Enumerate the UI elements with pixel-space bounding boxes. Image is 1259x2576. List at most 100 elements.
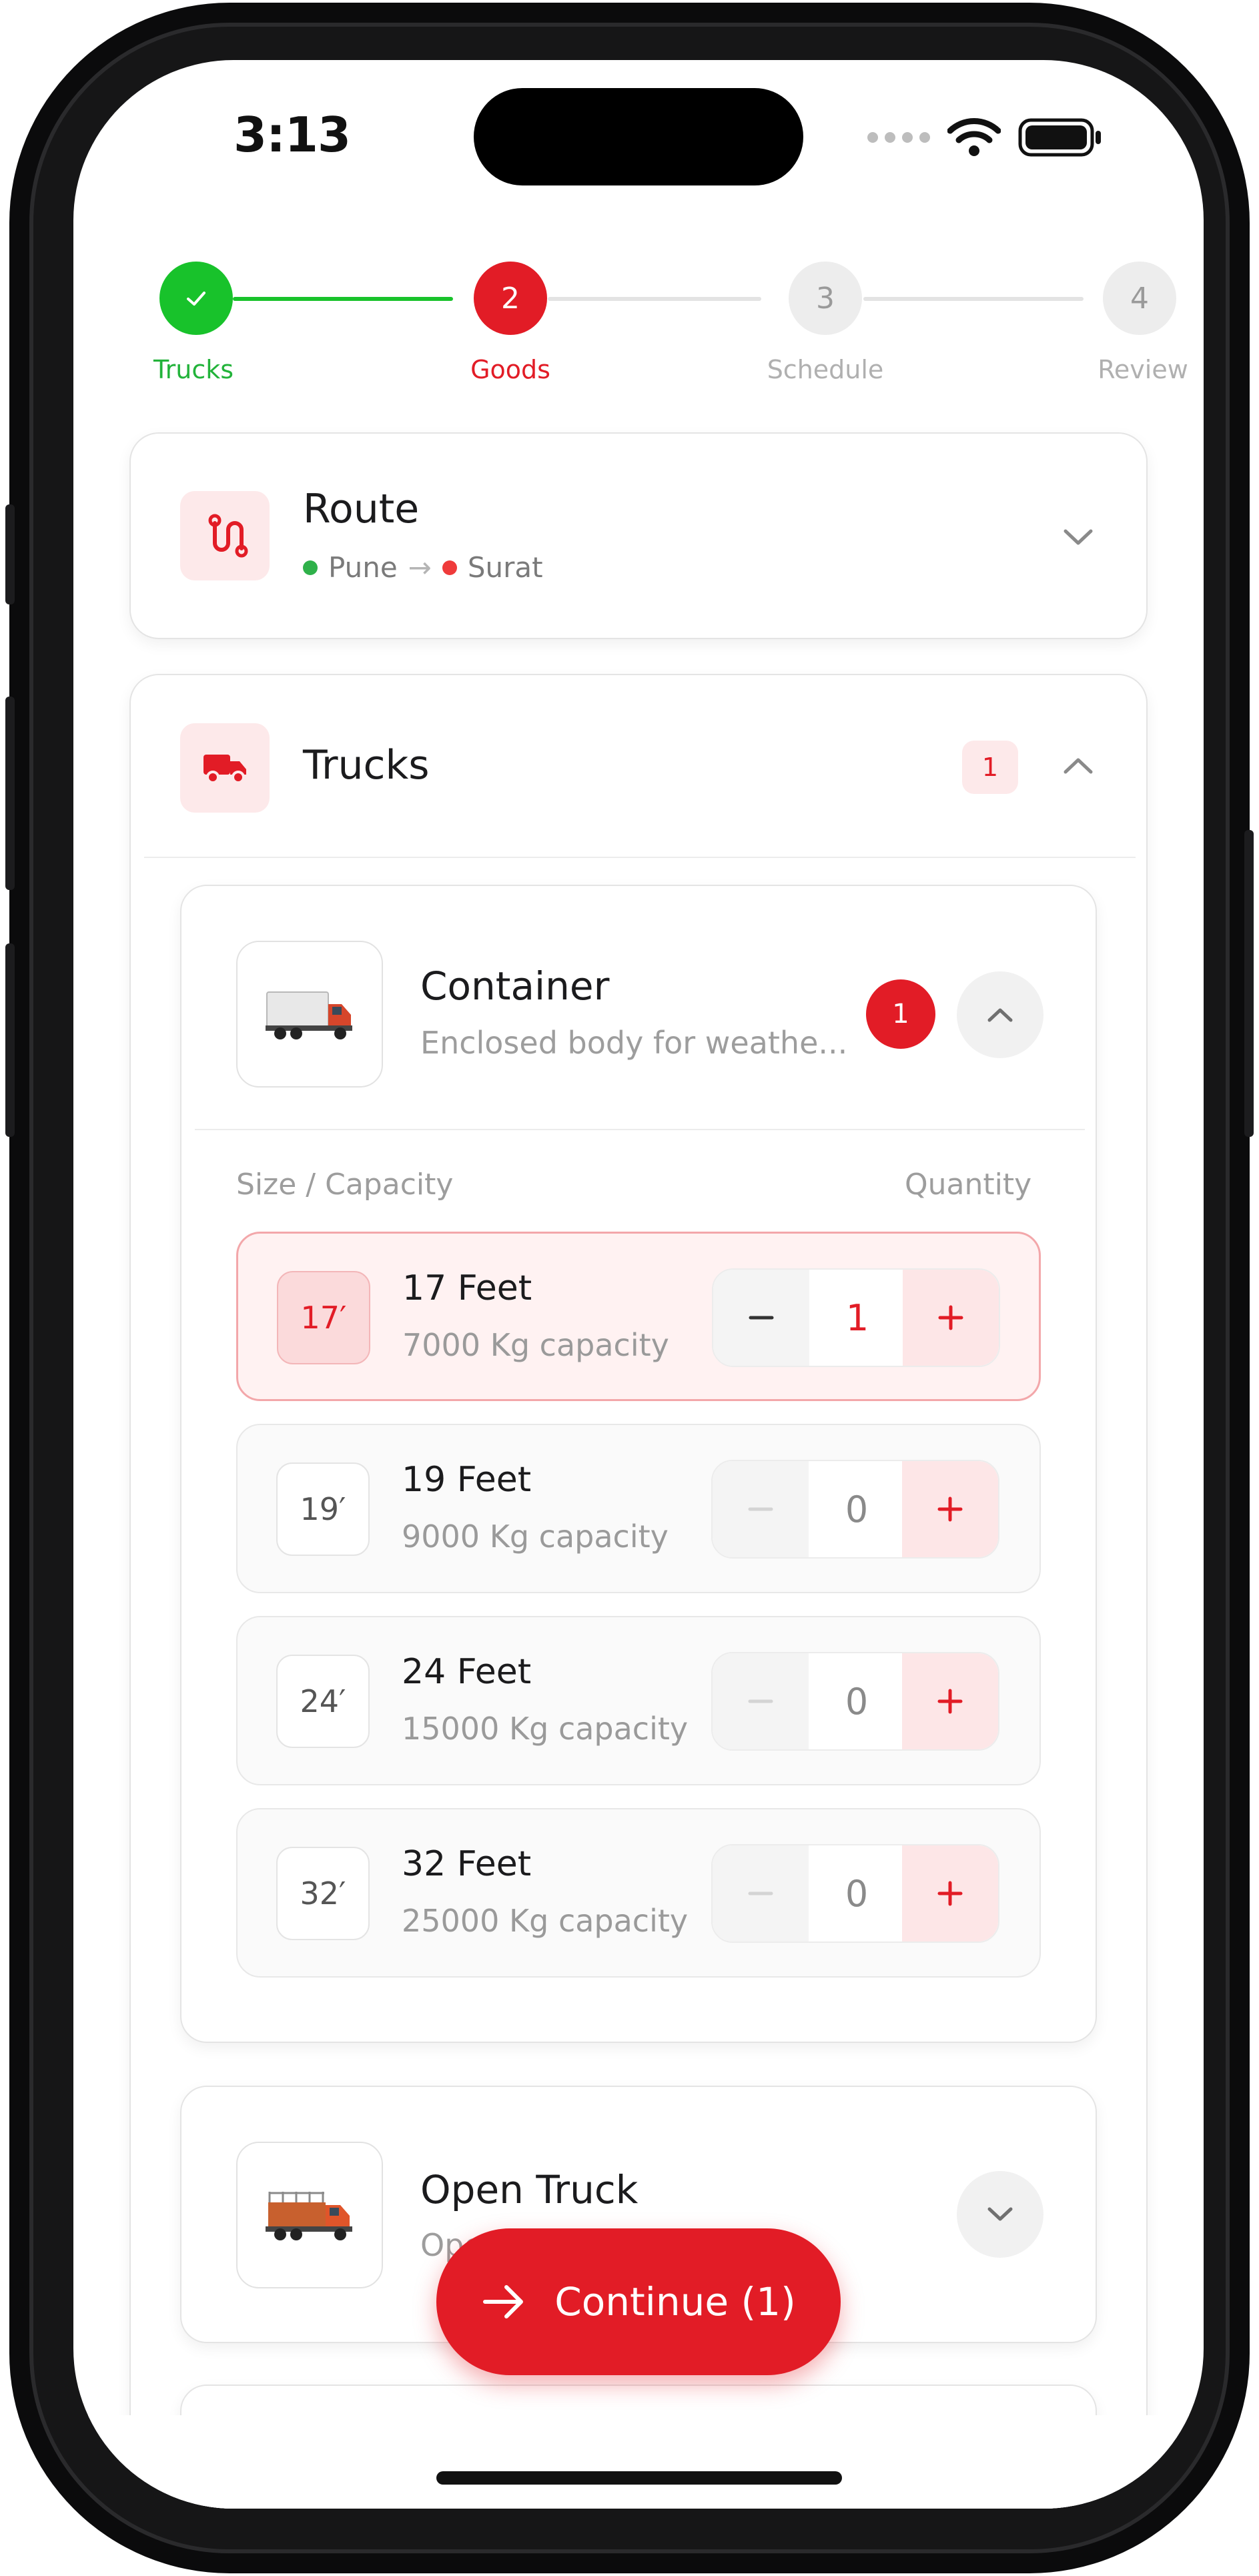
route-destination: Surat: [467, 551, 543, 584]
size-row-24-feet[interactable]: 24′ 24 Feet 15000 Kg capacity 0: [236, 1616, 1041, 1785]
step-label: Goods: [470, 355, 550, 384]
minus-icon: [748, 1891, 773, 1895]
step-label: Trucks: [153, 355, 234, 384]
power-button: [1244, 830, 1254, 1137]
truck-type-title: Open Truck: [420, 2167, 639, 2212]
quantity-value: 0: [845, 1680, 869, 1723]
open-truck-image: [236, 2142, 383, 2288]
route-title: Route: [303, 486, 420, 532]
origin-dot: [303, 560, 318, 575]
step-number: 4: [1103, 262, 1176, 335]
step-number: 2: [474, 262, 547, 335]
trucks-collapse-chevron-up-icon[interactable]: [1058, 746, 1098, 786]
size-name: 24 Feet: [402, 1652, 532, 1692]
increment-button[interactable]: [902, 1845, 998, 1942]
decrement-button[interactable]: [713, 1845, 809, 1942]
size-capacity: 25000 Kg capacity: [402, 1903, 689, 1939]
type-divider: [195, 1129, 1085, 1130]
plus-icon: [938, 1305, 963, 1330]
step-connector-3: [863, 297, 1084, 301]
step-review[interactable]: 4 Review: [1073, 262, 1204, 384]
quantity-stepper: 0: [711, 1844, 999, 1943]
size-tag: 19′: [276, 1462, 370, 1556]
chevron-up-icon: [987, 1008, 1013, 1022]
size-name: 32 Feet: [402, 1844, 532, 1884]
size-row-17-feet[interactable]: 17′ 17 Feet 7000 Kg capacity 1: [236, 1232, 1041, 1401]
step-number: 3: [789, 262, 862, 335]
minus-icon: [748, 1507, 773, 1511]
route-expand-chevron-down-icon[interactable]: [1058, 517, 1098, 557]
bottom-fade: [73, 2415, 1204, 2509]
continue-button[interactable]: Continue (1): [436, 2228, 841, 2375]
app-screen: 3:13 Trucks 2 Goods 3 Schedule 4 Review …: [73, 60, 1204, 2509]
quantity-stepper: 0: [711, 1460, 999, 1559]
size-capacity: 15000 Kg capacity: [402, 1711, 689, 1747]
plus-icon: [937, 1689, 963, 1714]
cellular-signal-icon: [867, 132, 930, 143]
route-origin: Pune: [328, 551, 398, 584]
quantity-value: 1: [845, 1296, 869, 1339]
size-row-19-feet[interactable]: 19′ 19 Feet 9000 Kg capacity 0: [236, 1424, 1041, 1593]
step-check-icon: [159, 262, 233, 335]
volume-up-button: [5, 697, 15, 890]
quantity-value: 0: [845, 1872, 869, 1915]
size-capacity: 7000 Kg capacity: [402, 1327, 669, 1363]
action-button: [5, 504, 15, 604]
route-arrow-icon: →: [408, 551, 432, 584]
dynamic-island: [474, 88, 803, 185]
size-name: 17 Feet: [402, 1268, 532, 1308]
container-truck-image: [236, 941, 383, 1088]
truck-type-description: Enclosed body for weathe...: [420, 1025, 847, 1061]
plus-icon: [937, 1496, 963, 1522]
truck-icon-tile: [180, 723, 270, 813]
route-card[interactable]: Route Pune → Surat: [129, 432, 1148, 639]
route-icon: [208, 514, 248, 558]
continue-label: Continue (1): [554, 2279, 796, 2324]
decrement-button[interactable]: [713, 1461, 809, 1557]
step-connector-2: [548, 297, 761, 301]
status-icons: [867, 117, 1104, 157]
size-capacity: 9000 Kg capacity: [402, 1519, 669, 1555]
size-row-32-feet[interactable]: 32′ 32 Feet 25000 Kg capacity 0: [236, 1808, 1041, 1978]
truck-type-title: Container: [420, 963, 610, 1009]
trucks-count-badge: 1: [962, 741, 1018, 794]
size-name: 19 Feet: [402, 1460, 532, 1500]
step-trucks[interactable]: Trucks: [129, 262, 263, 384]
increment-button[interactable]: [903, 1270, 999, 1366]
quantity-stepper: 1: [712, 1268, 1000, 1367]
increment-button[interactable]: [902, 1653, 998, 1749]
battery-icon: [1018, 118, 1101, 157]
step-schedule[interactable]: 3 Schedule: [759, 262, 892, 384]
decrement-button[interactable]: [713, 1270, 809, 1366]
truck-icon: [203, 755, 246, 784]
decrement-button[interactable]: [713, 1653, 809, 1749]
route-summary: Pune → Surat: [303, 551, 543, 584]
arrow-right-icon: [483, 2285, 524, 2318]
open-truck-expand-button[interactable]: [957, 2171, 1043, 2258]
step-goods[interactable]: 2 Goods: [444, 262, 577, 384]
size-tag: 32′: [276, 1847, 370, 1940]
increment-button[interactable]: [902, 1461, 998, 1557]
quantity-stepper: 0: [711, 1652, 999, 1751]
plus-icon: [937, 1881, 963, 1906]
volume-down-button: [5, 943, 15, 1137]
trucks-section-header[interactable]: Trucks 1: [131, 675, 1146, 851]
destination-dot: [442, 560, 457, 575]
size-tag: 17′: [277, 1271, 370, 1364]
size-column-header: Size / Capacity: [236, 1168, 454, 1202]
quantity-column-header: Quantity: [905, 1168, 1032, 1202]
container-header[interactable]: Container Enclosed body for weathe... 1: [181, 886, 1096, 1129]
container-collapse-button[interactable]: [957, 971, 1043, 1058]
quantity-value: 0: [845, 1488, 869, 1531]
minus-icon: [749, 1316, 774, 1320]
step-label: Review: [1098, 355, 1188, 384]
step-label: Schedule: [767, 355, 884, 384]
progress-stepper: Trucks 2 Goods 3 Schedule 4 Review: [129, 262, 1188, 395]
status-time: 3:13: [234, 107, 351, 163]
trucks-title: Trucks: [303, 742, 430, 789]
route-icon-tile: [180, 491, 270, 580]
truck-type-selected-count: 1: [866, 979, 935, 1049]
chevron-down-icon: [987, 2207, 1013, 2221]
home-indicator: [436, 2471, 842, 2485]
step-connector-1: [233, 297, 453, 301]
